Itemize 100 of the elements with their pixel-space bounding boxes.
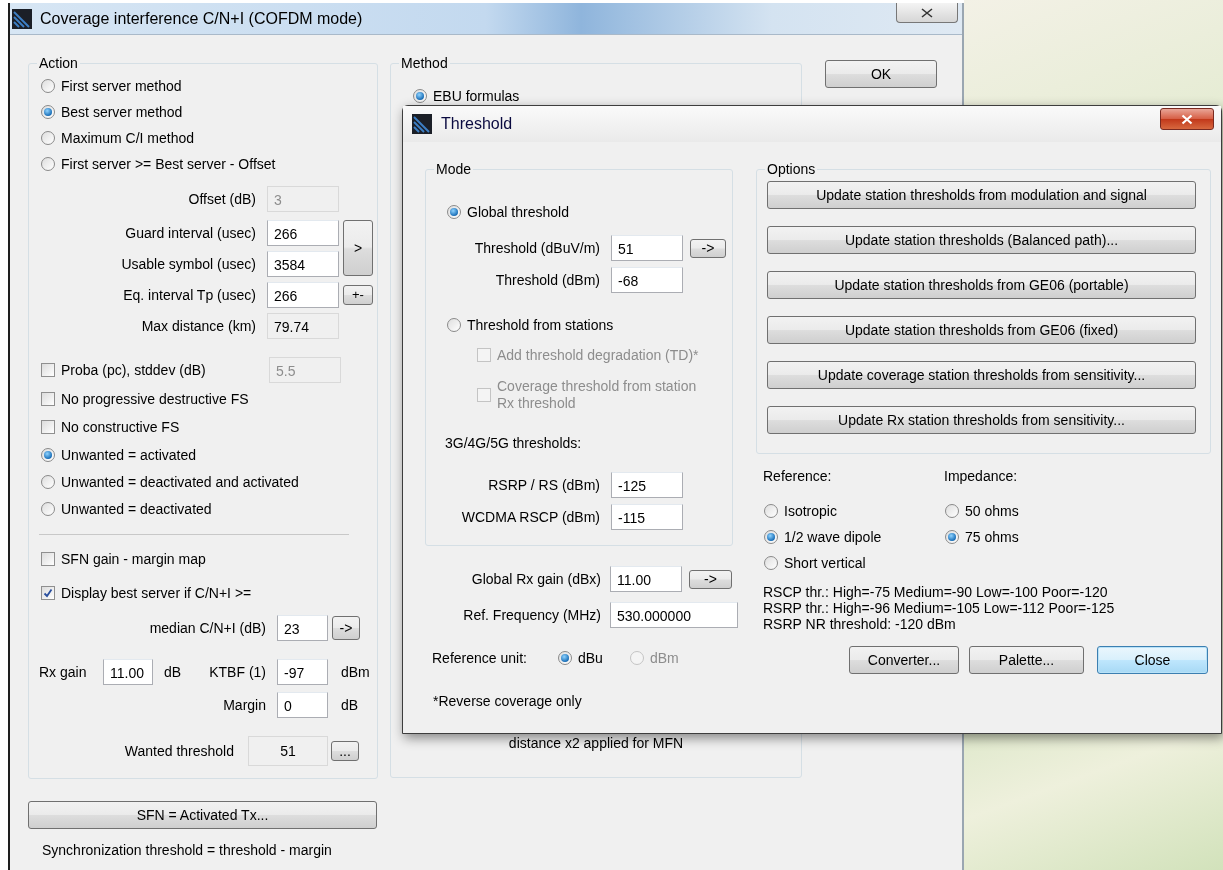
radio-indicator[interactable]: [41, 79, 55, 93]
input-field[interactable]: -68: [611, 267, 683, 293]
update-button[interactable]: Update Rx station thresholds from sensitivity...: [767, 406, 1196, 434]
close-button[interactable]: [1160, 108, 1214, 130]
dialog-button[interactable]: Palette...: [969, 646, 1084, 674]
threshold-info: RSCP thr.: High=-75 Medium=-90 Low=-100 Poor=-120: [763, 584, 1109, 600]
radio-indicator[interactable]: [447, 318, 461, 332]
input-field[interactable]: 0: [277, 692, 328, 718]
section-label: 3G/4G/5G thresholds:: [445, 435, 582, 451]
field-label: Usable symbol (usec): [120, 255, 256, 272]
close-icon: [921, 7, 933, 18]
checkbox-option[interactable]: No constructive FS: [41, 419, 180, 435]
field-label: Global Rx gain (dBx): [470, 571, 601, 587]
radio-indicator[interactable]: [447, 205, 461, 219]
close-icon: [1181, 113, 1193, 125]
radio-option[interactable]: dBu: [558, 650, 630, 666]
input-field[interactable]: 266: [267, 281, 339, 308]
update-button[interactable]: Update station thresholds from GE06 (portable): [767, 271, 1196, 299]
input-field[interactable]: 530.000000: [610, 602, 738, 628]
update-button[interactable]: Update coverage station thresholds from sensitivity...: [767, 361, 1196, 389]
radio-option[interactable]: Short vertical: [764, 555, 866, 571]
radio-option[interactable]: EBU formulas: [413, 88, 520, 104]
radio-indicator[interactable]: [764, 556, 778, 570]
input-field[interactable]: 11.00: [610, 566, 682, 592]
radio-indicator[interactable]: [41, 474, 55, 489]
checkbox-option[interactable]: SFN gain - margin map: [41, 551, 206, 567]
field-label: Offset (dB): [187, 191, 256, 207]
radio-option[interactable]: 1/2 wave dipole: [764, 529, 882, 545]
update-button[interactable]: Update station thresholds from GE06 (fixed): [767, 316, 1196, 344]
more-button[interactable]: ...: [331, 741, 359, 761]
sfn-button[interactable]: SFN = Activated Tx...: [28, 801, 377, 829]
radio-option[interactable]: First server method: [41, 78, 182, 94]
radio-indicator[interactable]: [558, 651, 572, 665]
checkbox[interactable]: [41, 392, 55, 406]
radio-indicator[interactable]: [41, 447, 55, 462]
input-field[interactable]: 266: [267, 219, 339, 246]
ok-button[interactable]: OK: [825, 60, 937, 88]
close-button[interactable]: [896, 3, 958, 23]
radio-indicator[interactable]: [41, 157, 55, 171]
threshold-info: RSRP NR threshold: -120 dBm: [763, 616, 957, 632]
field-label: Max distance (km): [140, 317, 256, 334]
checkbox[interactable]: [41, 552, 55, 566]
radio-indicator[interactable]: [413, 89, 427, 103]
radio-indicator[interactable]: [41, 501, 55, 516]
input-field[interactable]: 11.00: [103, 659, 153, 685]
group-title: Mode: [435, 161, 473, 177]
value-display: 51: [248, 736, 328, 766]
apply-button[interactable]: ->: [690, 238, 726, 258]
radio-option[interactable]: Isotropic: [764, 503, 837, 519]
radio-indicator[interactable]: [945, 530, 959, 544]
threshold-info: RSRP thr.: High=-96 Medium=-105 Low=-112 Poor=-125: [763, 600, 1116, 616]
checkbox-option[interactable]: No progressive destructive FS: [41, 391, 249, 407]
field-label: Threshold (dBuV/m): [473, 240, 600, 256]
radio-option[interactable]: 75 ohms: [945, 529, 1019, 545]
dialog-title: Threshold: [441, 115, 513, 133]
radio-option[interactable]: Global threshold: [447, 204, 569, 220]
radio-option[interactable]: Unwanted = activated: [41, 446, 197, 463]
input-field[interactable]: 3584: [267, 250, 339, 277]
sync-note: Synchronization threshold = threshold - margin: [42, 842, 333, 858]
radio-indicator[interactable]: [945, 504, 959, 518]
group-title: Action: [38, 55, 79, 71]
field-label: KTBF (1): [209, 664, 266, 680]
update-button[interactable]: Update station thresholds from modulation and signal: [767, 181, 1196, 209]
plus-minus-button[interactable]: +-: [343, 284, 373, 305]
checkbox[interactable]: [41, 420, 55, 434]
radio-option[interactable]: Threshold from stations: [447, 317, 614, 333]
checkbox-option[interactable]: Display best server if C/N+I >=: [41, 585, 252, 601]
radio-option[interactable]: Maximum C/I method: [41, 130, 195, 146]
input-field[interactable]: -97: [277, 659, 328, 685]
checkbox[interactable]: [41, 586, 55, 600]
apply-button[interactable]: ->: [689, 569, 732, 589]
apply-button[interactable]: ->: [332, 616, 360, 640]
input-field[interactable]: -115: [611, 504, 683, 530]
group-title: Options: [766, 161, 817, 177]
app-icon: [12, 8, 32, 29]
radio-option[interactable]: 50 ohms: [945, 503, 1019, 519]
update-button[interactable]: Update station thresholds (Balanced path)...: [767, 226, 1196, 254]
compute-button[interactable]: >: [343, 220, 373, 276]
field-label: Wanted threshold: [123, 743, 234, 759]
app-icon: [412, 114, 432, 134]
input-field[interactable]: -125: [611, 472, 683, 498]
radio-indicator[interactable]: [764, 530, 778, 544]
unit-label: dB: [164, 664, 183, 680]
dialog-button[interactable]: Close: [1097, 646, 1208, 674]
footnote: *Reverse coverage only: [433, 693, 582, 709]
method-note: distance x2 applied for MFN: [507, 735, 685, 753]
radio-option[interactable]: Unwanted = deactivated and activated: [41, 473, 299, 490]
input-field[interactable]: 51: [611, 235, 683, 261]
radio-option[interactable]: Best server method: [41, 104, 183, 120]
field-label: median C/N+I (dB): [148, 620, 266, 636]
input-field[interactable]: 79.74: [267, 312, 339, 339]
radio-option[interactable]: Unwanted = deactivated: [41, 500, 212, 517]
radio-option[interactable]: First server >= Best server - Offset: [41, 156, 276, 172]
radio-indicator[interactable]: [41, 105, 55, 119]
input-field[interactable]: 23: [277, 615, 328, 641]
field-label: Margin: [222, 697, 266, 713]
radio-indicator[interactable]: [41, 131, 55, 145]
field-label: Reference unit:: [431, 650, 528, 666]
radio-indicator[interactable]: [764, 504, 778, 518]
dialog-button[interactable]: Converter...: [849, 646, 959, 674]
